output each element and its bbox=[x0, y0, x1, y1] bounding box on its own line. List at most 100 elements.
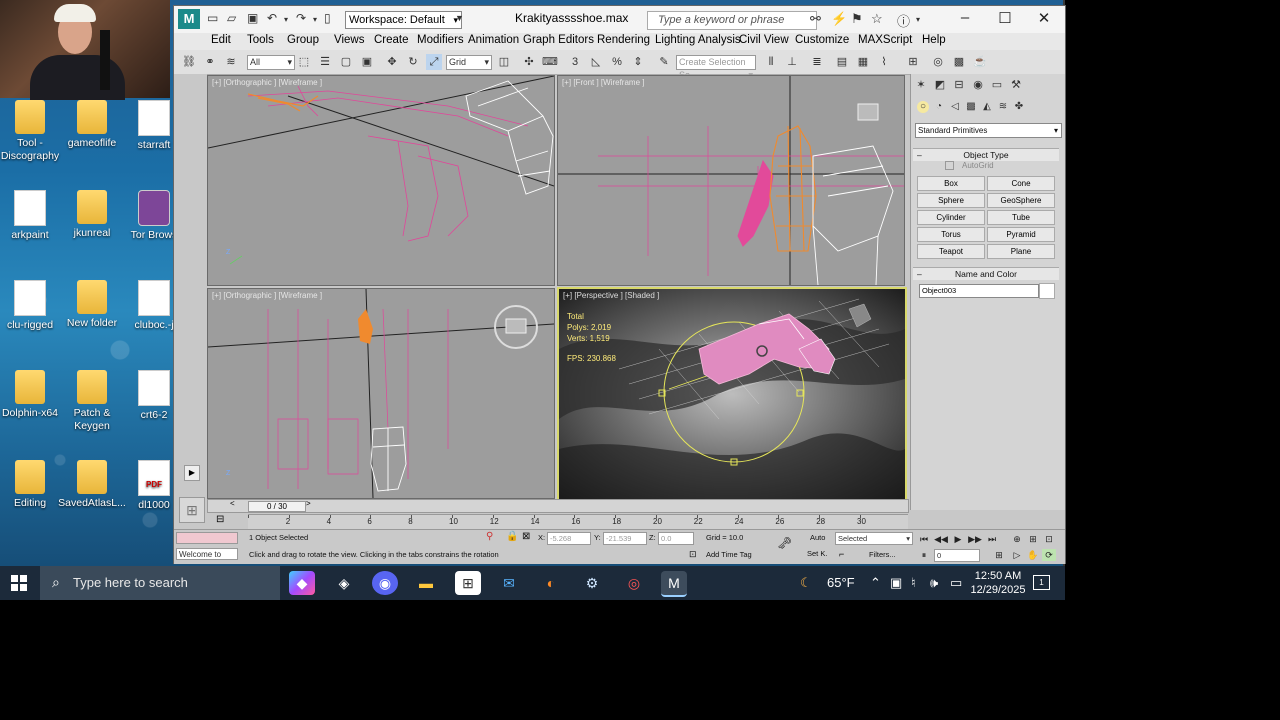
primitive-teapot-button[interactable]: Teapot bbox=[917, 244, 985, 259]
geometry-icon[interactable]: ○ bbox=[917, 101, 929, 113]
primitive-cylinder-button[interactable]: Cylinder bbox=[917, 210, 985, 225]
primitive-pyramid-button[interactable]: Pyramid bbox=[987, 227, 1055, 242]
cameras-icon[interactable]: ▩ bbox=[965, 101, 977, 113]
primitive-box-button[interactable]: Box bbox=[917, 176, 985, 191]
display-tab-icon[interactable]: ▭ bbox=[990, 78, 1004, 92]
key-filter-dropdown[interactable]: Selected ▾ bbox=[835, 532, 913, 545]
rectangular-selection-icon[interactable]: ▢ bbox=[338, 54, 354, 70]
media-player-icon[interactable]: ◈ bbox=[331, 571, 357, 595]
windows-start-icon[interactable] bbox=[11, 575, 27, 591]
time-tag-icon[interactable]: ⊡ bbox=[689, 549, 697, 560]
maximize-button[interactable]: ☐ bbox=[990, 9, 1020, 27]
reference-coordinate-dropdown[interactable]: Grid ▾ bbox=[446, 55, 492, 70]
viewport-label[interactable]: [+] [Perspective ] [Shaded ] bbox=[563, 291, 659, 300]
goto-start-icon[interactable]: ⏮ bbox=[917, 533, 931, 545]
angle-snap-icon[interactable]: ◺ bbox=[588, 54, 604, 70]
microsoft-store-icon[interactable]: ⊞ bbox=[455, 571, 481, 595]
steam-icon[interactable]: ⚙ bbox=[579, 571, 605, 595]
file-explorer-icon[interactable]: ▬ bbox=[413, 571, 439, 595]
viewport-label[interactable]: [+] [Orthographic ] [Wireframe ] bbox=[212, 78, 322, 87]
current-frame-field[interactable]: 0 bbox=[934, 549, 980, 562]
viewport-orthographic-bottom[interactable]: Z [+] [Orthographic ] [Wireframe ] bbox=[207, 288, 555, 499]
add-time-tag[interactable]: Add Time Tag bbox=[706, 550, 752, 559]
selection-lock-icon[interactable]: 🔒 bbox=[506, 531, 518, 542]
copilot-icon[interactable]: ◆ bbox=[289, 571, 315, 595]
render-teapot-icon[interactable]: ☕ bbox=[972, 54, 988, 70]
scene-explorer-icon[interactable]: ▤ bbox=[834, 54, 850, 70]
maxscript-listener-mini[interactable] bbox=[176, 532, 238, 544]
menu-civil-view[interactable]: Civil View bbox=[739, 34, 789, 46]
snaps-toggle-icon[interactable]: 3 bbox=[567, 54, 583, 70]
named-selection-set-dropdown[interactable]: Create Selection Se ▾ bbox=[676, 55, 756, 80]
play-icon[interactable]: ▶ bbox=[951, 533, 965, 545]
menu-tools[interactable]: Tools bbox=[247, 34, 274, 46]
window-crossing-icon[interactable]: ▣ bbox=[359, 54, 375, 70]
mail-icon[interactable]: ✉ bbox=[496, 571, 522, 595]
zoom-icon[interactable]: ⊕ bbox=[1010, 533, 1024, 545]
system-clock[interactable]: 12:50 AM 12/29/2025 bbox=[970, 569, 1026, 597]
isolate-selection-icon[interactable]: ⚲ bbox=[486, 531, 493, 542]
set-key-icon[interactable]: 🗝 bbox=[777, 536, 792, 550]
microphone-icon[interactable]: ♮ bbox=[911, 575, 916, 591]
menu-edit[interactable]: Edit bbox=[211, 34, 231, 46]
curve-editor-icon[interactable]: ⌇ bbox=[876, 54, 892, 70]
layer-manager-icon[interactable]: ≣ bbox=[809, 54, 825, 70]
volume-icon[interactable]: 🕪 bbox=[930, 575, 938, 591]
menu-lighting-analysis[interactable]: Lighting Analysis bbox=[655, 34, 741, 46]
z-coordinate-field[interactable]: 0.0 bbox=[658, 532, 694, 545]
shapes-icon[interactable]: ◔ bbox=[933, 101, 945, 113]
set-key-button[interactable]: Set K. bbox=[807, 549, 827, 558]
object-color-swatch[interactable] bbox=[1039, 283, 1055, 299]
scale-icon[interactable]: ⤢ bbox=[426, 54, 442, 70]
y-coordinate-field[interactable]: -21.539 bbox=[603, 532, 647, 545]
viewport-label[interactable]: [+] [Front ] [Wireframe ] bbox=[562, 78, 644, 87]
key-mode-icon[interactable]: ⏸ bbox=[917, 549, 931, 561]
mirror-icon[interactable]: ⫴ bbox=[763, 54, 779, 70]
helpers-icon[interactable]: ◭ bbox=[981, 101, 993, 113]
search-input[interactable]: Type a keyword or phrase bbox=[647, 11, 817, 30]
select-object-icon[interactable]: ⬚ bbox=[296, 54, 312, 70]
workspace-more-icon[interactable]: ▼ bbox=[455, 13, 464, 23]
move-icon[interactable]: ✥ bbox=[384, 54, 400, 70]
favorites-star-icon[interactable]: ☆ bbox=[871, 11, 883, 27]
redo-icon[interactable]: ↷ bbox=[296, 11, 306, 25]
zoom-extents-icon[interactable]: ⊡ bbox=[1042, 533, 1056, 545]
x-coordinate-field[interactable]: -5.268 bbox=[547, 532, 591, 545]
close-button[interactable]: ✕ bbox=[1029, 9, 1059, 27]
primitive-category-dropdown[interactable]: Standard Primitives ▾ bbox=[915, 123, 1062, 138]
zoom-all-icon[interactable]: ⊞ bbox=[1026, 533, 1040, 545]
firefox-icon[interactable]: ◐ bbox=[538, 571, 564, 595]
auto-key-button[interactable]: Auto bbox=[810, 533, 825, 542]
primitive-geosphere-button[interactable]: GeoSphere bbox=[987, 193, 1055, 208]
modify-tab-icon[interactable]: ◩ bbox=[933, 78, 947, 92]
utilities-tab-icon[interactable]: ⚒ bbox=[1009, 78, 1023, 92]
primitive-torus-button[interactable]: Torus bbox=[917, 227, 985, 242]
render-setup-icon[interactable]: ▩ bbox=[951, 54, 967, 70]
device-icon[interactable]: ▣ bbox=[890, 575, 902, 591]
default-in-out-tangent-icon[interactable]: ⌐ bbox=[839, 549, 844, 559]
menu-modifiers[interactable]: Modifiers bbox=[417, 34, 464, 46]
prev-frame-icon[interactable]: < bbox=[230, 499, 235, 508]
create-tab-icon[interactable]: ✶ bbox=[914, 78, 928, 92]
open-file-icon[interactable]: ▱ bbox=[227, 11, 236, 25]
edit-named-selection-icon[interactable]: ✎ bbox=[656, 54, 672, 70]
autogrid-checkbox[interactable]: AutoGrid bbox=[945, 161, 994, 171]
menu-graph-editors[interactable]: Graph Editors bbox=[523, 34, 594, 46]
menu-group[interactable]: Group bbox=[287, 34, 319, 46]
discord-icon[interactable]: ◉ bbox=[372, 571, 398, 595]
systems-icon[interactable]: ✤ bbox=[1013, 101, 1025, 113]
obs-icon[interactable]: ◎ bbox=[621, 571, 647, 595]
pan-icon[interactable]: ✋ bbox=[1026, 549, 1040, 561]
primitive-tube-button[interactable]: Tube bbox=[987, 210, 1055, 225]
viewport-layout-icon[interactable]: ⊞ bbox=[179, 497, 205, 523]
help-dropdown-icon[interactable]: ▾ bbox=[916, 15, 920, 24]
motion-tab-icon[interactable]: ◉ bbox=[971, 78, 985, 92]
menu-maxscript[interactable]: MAXScript bbox=[858, 34, 912, 46]
help-icon[interactable]: ⓘ bbox=[897, 11, 910, 30]
3dsmax-taskbar-icon[interactable]: M bbox=[661, 571, 687, 597]
weather-temperature[interactable]: 65°F bbox=[827, 575, 855, 590]
track-bar-ruler[interactable]: 2 4 6 8 10 12 14 16 18 20 22 24 26 28 30 bbox=[248, 514, 908, 529]
save-icon[interactable]: ▣ bbox=[247, 11, 258, 25]
object-name-field[interactable]: Object003 bbox=[919, 284, 1039, 298]
app-logo-icon[interactable]: M bbox=[178, 9, 200, 29]
